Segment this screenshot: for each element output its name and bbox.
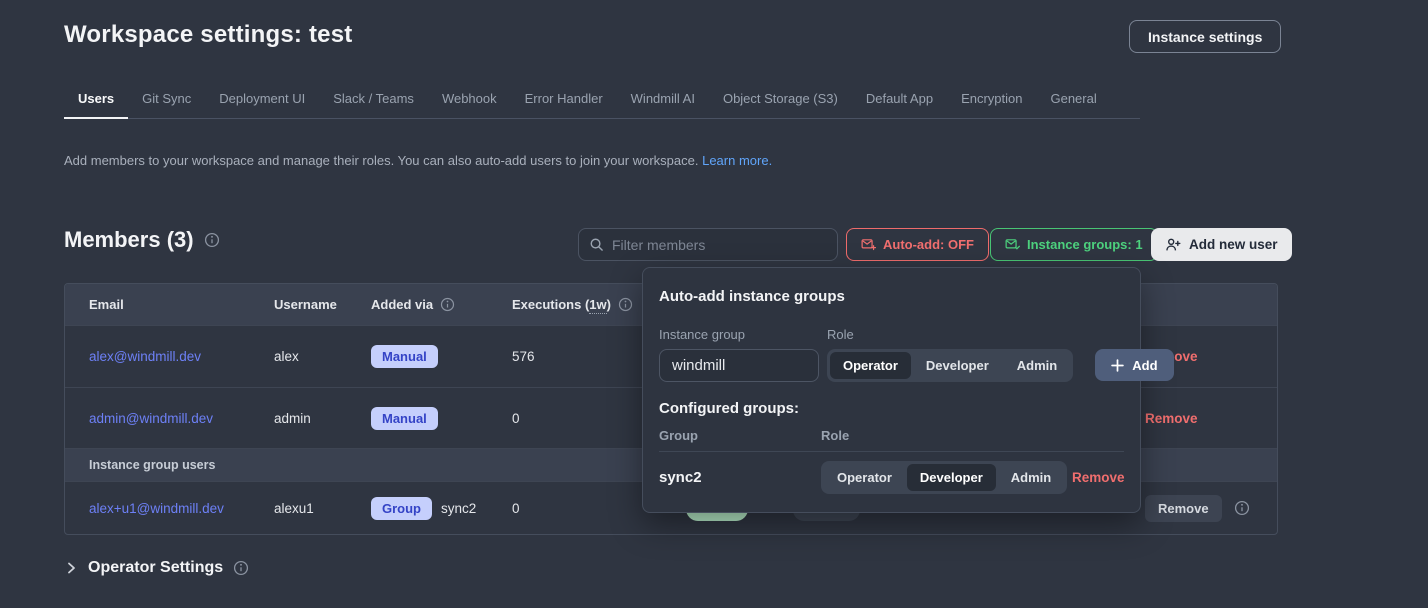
member-email-link[interactable]: alex@windmill.dev	[89, 349, 201, 364]
header-username: Username	[274, 297, 371, 312]
intro-text: Add members to your workspace and manage…	[64, 153, 772, 168]
instance-group-input[interactable]	[659, 349, 819, 382]
configured-col-role: Role	[821, 428, 1072, 443]
filter-members-searchbox[interactable]	[578, 228, 838, 261]
chevron-right-icon	[64, 561, 78, 575]
configured-group-name: sync2	[659, 469, 821, 486]
auto-add-popup: Auto-add instance groups Instance group …	[642, 267, 1141, 513]
group-name: sync2	[441, 501, 476, 516]
auto-add-label: Auto-add: OFF	[883, 237, 974, 252]
role-option-developer[interactable]: Developer	[907, 464, 996, 491]
settings-tabbar: Users Git Sync Deployment UI Slack / Tea…	[64, 87, 1140, 119]
add-group-label: Add	[1132, 358, 1157, 373]
member-username: admin	[274, 411, 371, 426]
header-email: Email	[89, 297, 274, 312]
members-heading-label: Members (3)	[64, 227, 194, 253]
tab-users[interactable]: Users	[64, 87, 128, 118]
role-segmented-control: Operator Developer Admin	[821, 461, 1067, 494]
added-via-badge: Group	[371, 497, 432, 520]
members-heading: Members (3)	[64, 227, 220, 253]
mail-check-icon	[1005, 237, 1020, 252]
member-username: alexu1	[274, 501, 371, 516]
popup-title: Auto-add instance groups	[659, 288, 1124, 305]
popup-form: Instance group Role Operator Developer A…	[659, 327, 1124, 382]
member-username: alex	[274, 349, 371, 364]
auto-add-button[interactable]: Auto-add: OFF	[846, 228, 989, 261]
remove-member-button[interactable]: Remove	[1145, 495, 1222, 522]
role-option-operator[interactable]: Operator	[824, 464, 905, 491]
executions-window: 1w	[589, 297, 606, 314]
tab-webhook[interactable]: Webhook	[428, 87, 511, 118]
instance-groups-label: Instance groups: 1	[1027, 237, 1143, 252]
tab-object-storage[interactable]: Object Storage (S3)	[709, 87, 852, 118]
tab-windmill-ai[interactable]: Windmill AI	[617, 87, 709, 118]
configured-col-group: Group	[659, 428, 821, 443]
tab-slack-teams[interactable]: Slack / Teams	[319, 87, 428, 118]
add-group-button[interactable]: Add	[1095, 349, 1173, 381]
role-label: Role	[827, 327, 1073, 342]
header-added-via: Added via	[371, 297, 512, 312]
added-via-info-icon[interactable]	[440, 297, 455, 312]
user-plus-icon	[1165, 237, 1181, 253]
added-via-badge: Manual	[371, 407, 438, 430]
instance-groups-button[interactable]: Instance groups: 1	[990, 228, 1158, 261]
remove-member-button[interactable]: Remove	[1145, 411, 1198, 426]
add-new-user-label: Add new user	[1189, 237, 1278, 252]
role-segmented-control: Operator Developer Admin	[827, 349, 1073, 382]
tab-default-app[interactable]: Default App	[852, 87, 947, 118]
filter-members-input[interactable]	[612, 237, 827, 253]
operator-settings-toggle[interactable]: Operator Settings	[64, 559, 249, 577]
executions-info-icon[interactable]	[618, 297, 633, 312]
configured-group-row: sync2 Operator Developer Admin Remove	[659, 461, 1124, 494]
divider	[659, 451, 1124, 452]
page-title: Workspace settings: test	[64, 21, 352, 49]
tab-deployment-ui[interactable]: Deployment UI	[205, 87, 319, 118]
search-icon	[589, 237, 604, 252]
learn-more-link[interactable]: Learn more.	[702, 153, 772, 168]
tab-git-sync[interactable]: Git Sync	[128, 87, 205, 118]
configured-groups-heading: Configured groups:	[659, 400, 1124, 417]
add-new-user-button[interactable]: Add new user	[1151, 228, 1292, 261]
plus-icon	[1111, 359, 1124, 372]
remove-group-button[interactable]: Remove	[1072, 470, 1125, 485]
operator-settings-label: Operator Settings	[88, 559, 223, 577]
operator-settings-info-icon[interactable]	[233, 560, 249, 576]
tab-error-handler[interactable]: Error Handler	[511, 87, 617, 118]
member-email-link[interactable]: alex+u1@windmill.dev	[89, 501, 224, 516]
members-info-icon[interactable]	[204, 232, 220, 248]
role-option-admin[interactable]: Admin	[998, 464, 1064, 491]
instance-settings-button[interactable]: Instance settings	[1129, 20, 1281, 53]
configured-groups-header: Group Role	[659, 428, 1124, 443]
role-option-developer[interactable]: Developer	[913, 352, 1002, 379]
role-option-admin[interactable]: Admin	[1004, 352, 1070, 379]
added-via-badge: Manual	[371, 345, 438, 368]
instance-group-label: Instance group	[659, 327, 819, 342]
member-email-link[interactable]: admin@windmill.dev	[89, 411, 213, 426]
tab-general[interactable]: General	[1036, 87, 1110, 118]
intro-description: Add members to your workspace and manage…	[64, 153, 698, 168]
tab-encryption[interactable]: Encryption	[947, 87, 1036, 118]
remove-info-icon[interactable]	[1234, 500, 1250, 516]
mail-plus-icon	[861, 237, 876, 252]
role-option-operator[interactable]: Operator	[830, 352, 911, 379]
